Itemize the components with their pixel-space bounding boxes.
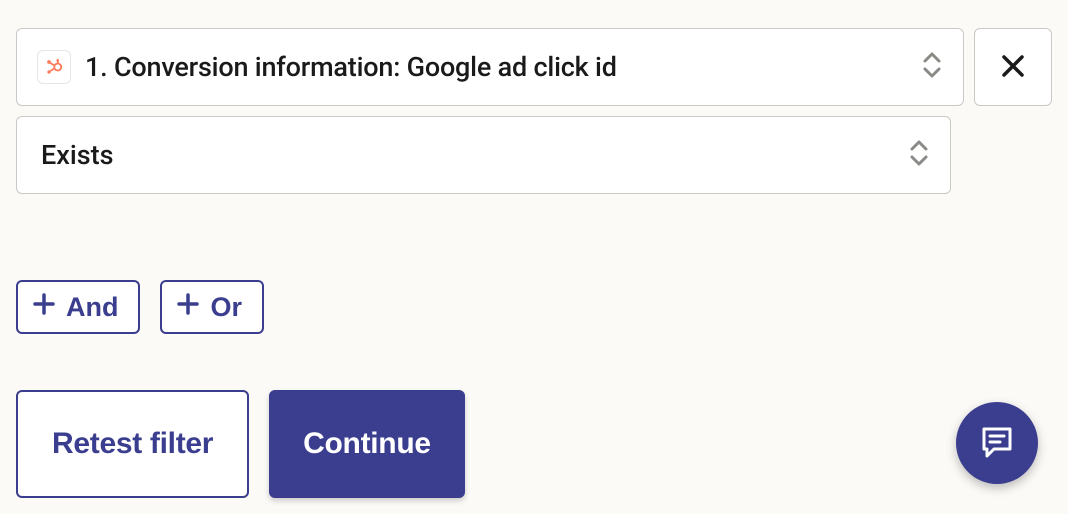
continue-label: Continue — [303, 427, 431, 461]
sort-icon — [921, 50, 943, 84]
condition-selector-label: Exists — [37, 139, 114, 171]
close-icon — [999, 52, 1027, 83]
hubspot-icon — [37, 50, 71, 84]
or-label: Or — [210, 292, 242, 323]
retest-filter-button[interactable]: Retest filter — [16, 390, 249, 498]
retest-label: Retest filter — [52, 427, 213, 461]
logic-operators-row: And Or — [16, 280, 1052, 334]
plus-icon — [32, 292, 56, 323]
add-or-button[interactable]: Or — [160, 280, 264, 334]
sort-icon — [908, 138, 930, 172]
add-and-button[interactable]: And — [16, 280, 140, 334]
continue-button[interactable]: Continue — [269, 390, 465, 498]
field-selector[interactable]: 1. Conversion information: Google ad cli… — [16, 28, 964, 106]
filter-field-row: 1. Conversion information: Google ad cli… — [16, 28, 1052, 106]
filter-condition-row: Exists — [16, 116, 1052, 194]
filter-builder-panel: 1. Conversion information: Google ad cli… — [0, 0, 1068, 514]
action-buttons-row: Retest filter Continue — [16, 390, 1052, 498]
help-chat-button[interactable] — [956, 402, 1038, 484]
field-selector-label-wrap: 1. Conversion information: Google ad cli… — [37, 50, 617, 84]
plus-icon — [176, 292, 200, 323]
and-label: And — [66, 292, 118, 323]
condition-selector[interactable]: Exists — [16, 116, 951, 194]
field-selector-label: 1. Conversion information: Google ad cli… — [85, 51, 617, 83]
chat-icon — [977, 422, 1017, 465]
remove-filter-button[interactable] — [974, 28, 1052, 106]
